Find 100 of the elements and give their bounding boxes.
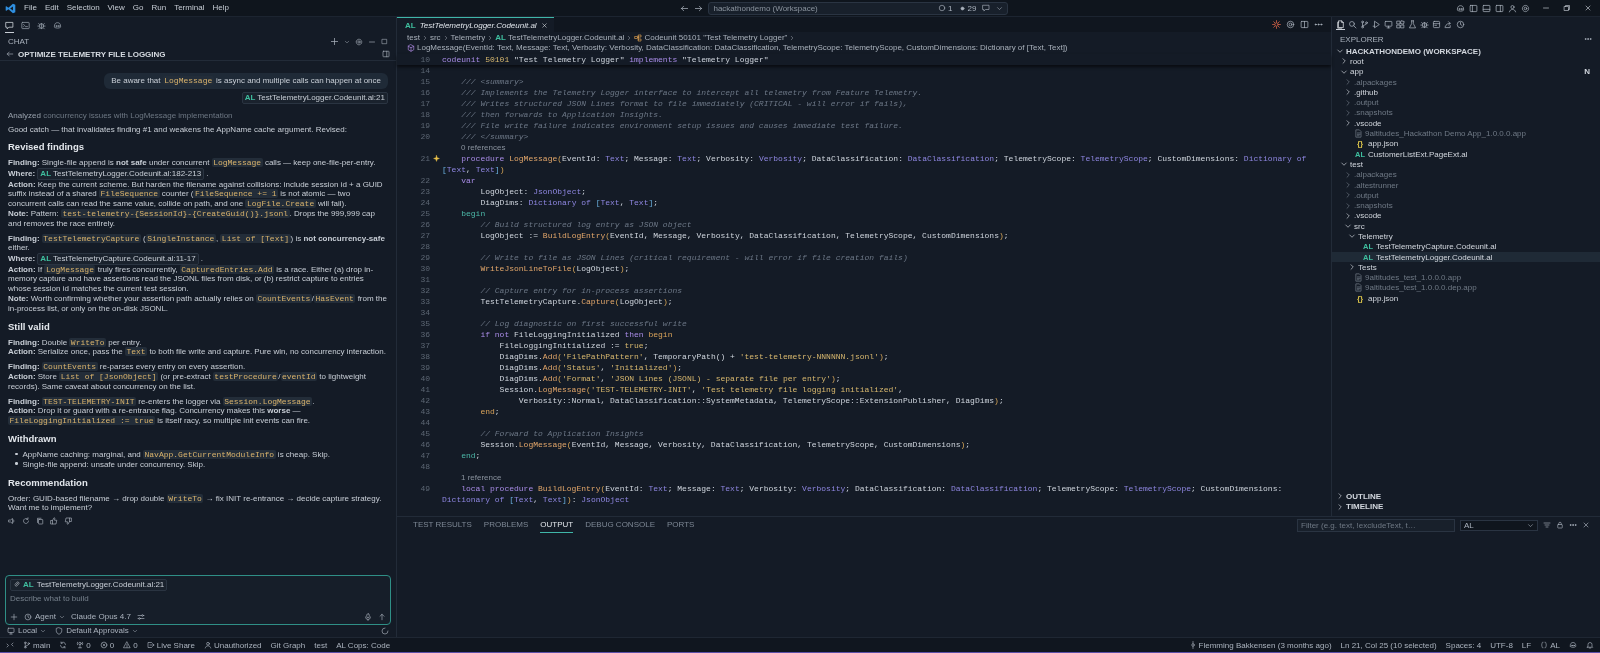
file-link[interactable]: AL TestTelemetryCapture.Codeunit.al:11-17: [37, 253, 199, 265]
run-icon[interactable]: [1372, 19, 1381, 29]
tree-item[interactable]: .alpackages: [1332, 169, 1600, 180]
status-item[interactable]: AL: [1540, 640, 1560, 650]
panel-tab[interactable]: PORTS: [667, 517, 695, 533]
close-icon[interactable]: [1584, 4, 1592, 12]
breadcrumb-item[interactable]: src: [429, 33, 441, 43]
approvals-dropdown[interactable]: Default Approvals: [55, 626, 138, 635]
split-editor-icon[interactable]: [1300, 20, 1309, 29]
menu-item[interactable]: Selection: [62, 0, 104, 16]
monitor-icon[interactable]: [1384, 19, 1393, 29]
terminal-tab-icon[interactable]: [21, 21, 30, 30]
flask-icon[interactable]: [1408, 19, 1417, 29]
maximize-icon[interactable]: [381, 38, 388, 45]
status-item[interactable]: UTF-8: [1490, 640, 1513, 650]
status-item[interactable]: test: [314, 640, 328, 650]
app-logo-icon[interactable]: [5, 2, 16, 14]
bug-icon[interactable]: [1420, 19, 1429, 29]
status-item[interactable]: 0: [123, 640, 138, 650]
menu-item[interactable]: Terminal: [170, 0, 209, 16]
retry-icon[interactable]: [22, 517, 30, 526]
lock-icon[interactable]: [1556, 521, 1564, 529]
menu-item[interactable]: Go: [128, 0, 148, 16]
section-header[interactable]: TIMELINE: [1332, 501, 1600, 512]
changes-button[interactable]: 29: [958, 3, 977, 13]
status-item[interactable]: Git Graph: [270, 640, 306, 650]
panel-tab[interactable]: TEST RESULTS: [413, 517, 472, 533]
status-item[interactable]: Live Share: [146, 640, 195, 650]
issues-button[interactable]: 1: [938, 3, 953, 13]
account-icon[interactable]: [1508, 3, 1517, 13]
tree-item[interactable]: .vscode: [1332, 118, 1600, 129]
sync-icon[interactable]: [59, 641, 68, 649]
status-item[interactable]: main: [23, 640, 51, 650]
microphone-icon[interactable]: [364, 612, 372, 621]
tree-item[interactable]: src: [1332, 221, 1600, 232]
close-icon[interactable]: [540, 21, 548, 29]
speaker-icon[interactable]: [8, 517, 16, 526]
copilot-tab-icon[interactable]: [53, 21, 62, 30]
clock-icon[interactable]: [1456, 19, 1465, 29]
tree-item[interactable]: 9altitudes_test_1.0.0.0.app: [1332, 272, 1600, 283]
bug-tab-icon[interactable]: [37, 21, 46, 30]
panel-tab[interactable]: OUTPUT: [540, 517, 574, 533]
codelens-link[interactable]: 0 references: [461, 142, 506, 153]
panel-bottom-icon[interactable]: [1482, 3, 1491, 13]
thumbs-up-icon[interactable]: [50, 517, 58, 526]
back-icon[interactable]: [6, 50, 14, 58]
breadcrumb-item[interactable]: test: [407, 33, 420, 43]
status-item[interactable]: 0: [76, 640, 91, 650]
tree-item[interactable]: HACKATHONDEMO (WORKSPACE): [1332, 46, 1600, 57]
tree-item[interactable]: test: [1332, 159, 1600, 170]
tree-item[interactable]: .altestrunner: [1332, 179, 1600, 191]
status-item[interactable]: 0: [99, 640, 115, 650]
more-icon[interactable]: [1569, 521, 1577, 529]
tree-item[interactable]: .alpackages: [1332, 76, 1600, 88]
file-chip[interactable]: AL TestTelemetryLogger.Codeunit.al:21: [241, 92, 388, 104]
tree-item[interactable]: 9altitudes_Hackathon Demo App_1.0.0.0.app: [1332, 128, 1600, 139]
status-item[interactable]: Flemming Bakkensen (3 months ago): [1188, 640, 1332, 650]
files-icon[interactable]: [1336, 19, 1345, 29]
section-header[interactable]: OUTLINE: [1332, 491, 1600, 502]
remote-icon[interactable]: [6, 641, 14, 649]
debug-burst-icon[interactable]: [1272, 20, 1281, 29]
tree-item[interactable]: {} app.json: [1332, 138, 1600, 149]
breadcrumb-item[interactable]: Codeunit 50101 "Test Telemetry Logger": [634, 33, 788, 43]
search-icon[interactable]: [1348, 19, 1357, 29]
chevron-down-icon[interactable]: [996, 4, 1004, 12]
menu-item[interactable]: Edit: [40, 0, 63, 16]
model-dropdown[interactable]: Claude Opus 4.7: [70, 612, 131, 621]
source-control-icon[interactable]: [1360, 19, 1369, 29]
sparkle-icon[interactable]: [432, 155, 440, 162]
tree-item[interactable]: .github: [1332, 87, 1600, 98]
file-chip[interactable]: AL TestTelemetryLogger.Codeunit.al:21: [10, 579, 168, 591]
copy-icon[interactable]: [36, 517, 44, 526]
tree-item[interactable]: {} app.json: [1332, 293, 1600, 304]
settings-icon[interactable]: [355, 37, 363, 46]
chat-tab-icon[interactable]: [5, 21, 14, 30]
tree-item[interactable]: .output: [1332, 190, 1600, 201]
breadcrumb-item[interactable]: AL TestTelemetryLogger.Codeunit.al: [495, 33, 625, 43]
sidebar-right-icon[interactable]: [1495, 3, 1504, 13]
command-center[interactable]: hackathondemo (Workspace) 1 29: [708, 1, 1009, 15]
sidebar-toggle-icon[interactable]: [382, 50, 390, 58]
panel-tab[interactable]: DEBUG CONSOLE: [585, 517, 655, 533]
tree-item[interactable]: Tests: [1332, 262, 1600, 273]
close-icon[interactable]: [1582, 521, 1590, 529]
status-item[interactable]: Ln 21, Col 25 (10 selected): [1340, 640, 1437, 650]
more-icon[interactable]: [1314, 20, 1323, 29]
status-item[interactable]: Spaces: 4: [1445, 640, 1482, 650]
tree-item[interactable]: .snapshots: [1332, 107, 1600, 119]
tree-item[interactable]: .snapshots: [1332, 200, 1600, 211]
codelens-link[interactable]: 1 reference: [461, 472, 502, 483]
target-icon[interactable]: [1286, 20, 1295, 29]
menu-item[interactable]: Help: [208, 0, 233, 16]
plus-icon[interactable]: [10, 612, 18, 621]
target-dropdown[interactable]: Local: [7, 626, 47, 635]
share-icon[interactable]: [1444, 19, 1453, 29]
arrow-right-icon[interactable]: [694, 3, 704, 13]
copilot-icon[interactable]: [1456, 3, 1465, 13]
breadcrumb-item[interactable]: LogMessage(EventId: Text, Message: Text, Verbosity: Verbosity, DataClassification: DataClassification, TelemetryScope: TelemetryScope, CustomDimensions: Dictionary of [Text, Text]): [407, 43, 1068, 53]
bell-icon[interactable]: [1586, 641, 1594, 649]
channel-dropdown[interactable]: AL: [1460, 519, 1538, 531]
settings-icon[interactable]: [1521, 3, 1530, 13]
